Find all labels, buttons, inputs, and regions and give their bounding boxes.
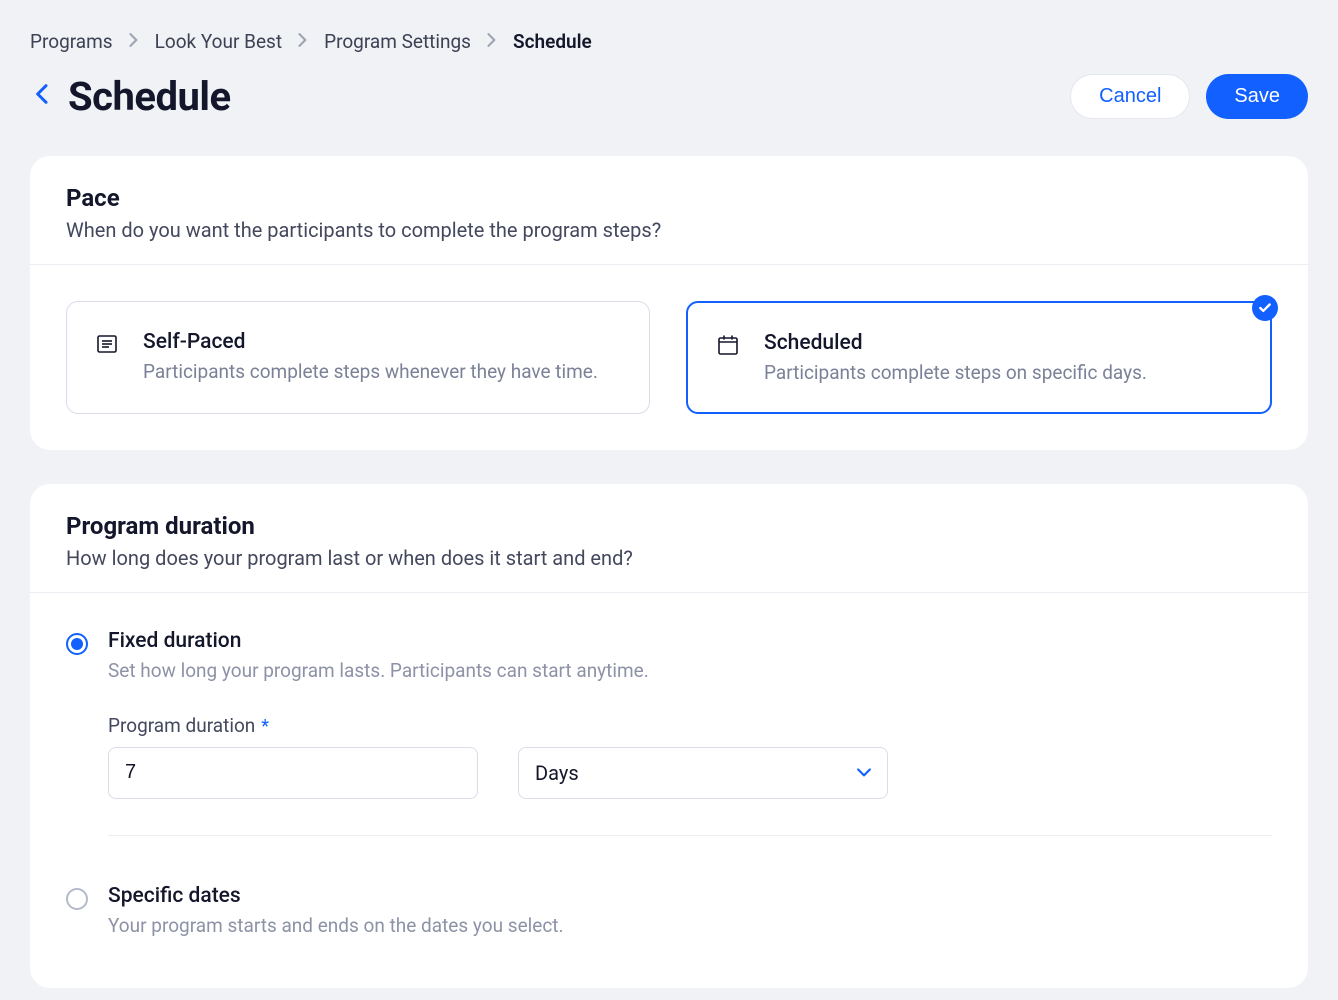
pace-title: Pace — [66, 184, 1272, 212]
duration-subtitle: How long does your program last or when … — [66, 546, 1272, 570]
select-value: Days — [535, 761, 579, 785]
duration-card: Program duration How long does your prog… — [30, 484, 1308, 988]
breadcrumb-item-schedule: Schedule — [513, 30, 592, 53]
chevron-down-icon — [857, 763, 871, 782]
program-duration-label: Program duration* — [108, 714, 1272, 737]
program-duration-unit-select[interactable]: Days — [518, 747, 888, 799]
duration-title: Program duration — [66, 512, 1272, 540]
title-row: Schedule Cancel Save — [30, 73, 1308, 120]
save-button[interactable]: Save — [1206, 74, 1308, 119]
radio-fixed-duration[interactable] — [66, 633, 88, 655]
pace-option-subtitle: Participants complete steps whenever the… — [143, 360, 598, 383]
program-duration-input[interactable] — [108, 747, 478, 799]
radio-specific-dates[interactable] — [66, 888, 88, 910]
pace-option-title: Self-Paced — [143, 330, 598, 354]
fixed-duration-title: Fixed duration — [108, 629, 1272, 653]
breadcrumb-item-look-your-best[interactable]: Look Your Best — [155, 30, 282, 53]
fixed-duration-subtitle: Set how long your program lasts. Partici… — [108, 657, 1272, 686]
pace-option-title: Scheduled — [764, 331, 1147, 355]
chevron-right-icon — [129, 32, 139, 51]
breadcrumb-item-programs[interactable]: Programs — [30, 30, 113, 53]
cancel-button[interactable]: Cancel — [1070, 74, 1190, 119]
breadcrumb: Programs Look Your Best Program Settings… — [30, 30, 1308, 53]
pace-option-subtitle: Participants complete steps on specific … — [764, 361, 1147, 384]
specific-dates-title: Specific dates — [108, 884, 1272, 908]
chevron-right-icon — [298, 32, 308, 51]
chevron-right-icon — [487, 32, 497, 51]
check-badge-icon — [1252, 295, 1278, 321]
list-icon — [95, 332, 123, 360]
page-title: Schedule — [68, 73, 231, 120]
pace-subtitle: When do you want the participants to com… — [66, 218, 1272, 242]
pace-option-scheduled[interactable]: Scheduled Participants complete steps on… — [686, 301, 1272, 414]
specific-dates-subtitle: Your program starts and ends on the date… — [108, 912, 1272, 941]
pace-option-self-paced[interactable]: Self-Paced Participants complete steps w… — [66, 301, 650, 414]
back-button[interactable] — [34, 84, 48, 110]
calendar-icon — [716, 333, 744, 361]
pace-card: Pace When do you want the participants t… — [30, 156, 1308, 450]
breadcrumb-item-program-settings[interactable]: Program Settings — [324, 30, 471, 53]
